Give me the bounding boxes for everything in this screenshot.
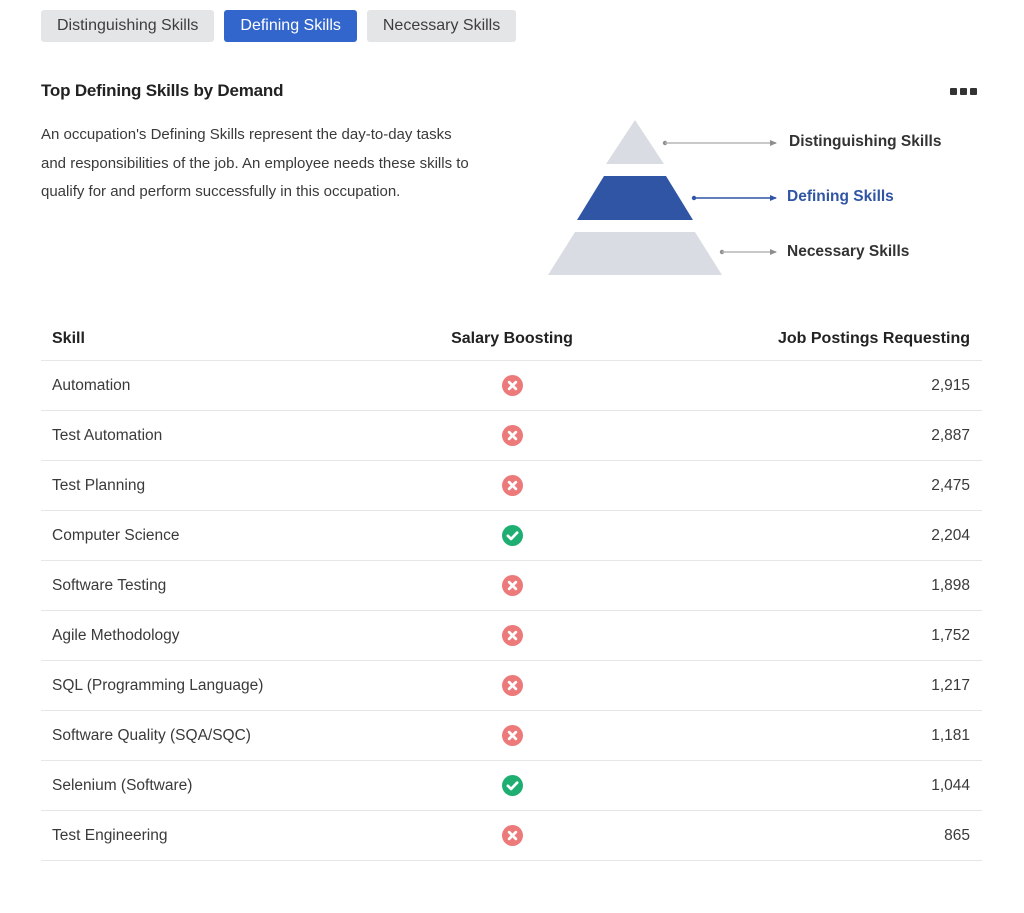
table-row: Software Quality (SQA/SQC) 1,181 bbox=[41, 711, 982, 761]
tab-defining-skills[interactable]: Defining Skills bbox=[224, 10, 357, 42]
table-row: Computer Science 2,204 bbox=[41, 511, 982, 561]
skill-name: Test Planning bbox=[52, 476, 146, 494]
section-description: An occupation's Defining Skills represen… bbox=[41, 126, 469, 200]
job-postings-count: 2,204 bbox=[931, 526, 970, 544]
pyramid-label-defining: Defining Skills bbox=[787, 188, 894, 205]
salary-boosting-cell bbox=[382, 525, 642, 546]
job-postings-count: 865 bbox=[944, 826, 970, 844]
tab-distinguishing-skills[interactable]: Distinguishing Skills bbox=[41, 10, 215, 42]
job-postings-count: 2,887 bbox=[931, 426, 970, 444]
x-circle-icon bbox=[501, 375, 523, 396]
salary-boosting-cell bbox=[382, 575, 642, 596]
header-salary-boosting[interactable]: Salary Boosting bbox=[382, 330, 642, 348]
table-body: Automation 2,915 Test Automation 2,887 Test … bbox=[41, 361, 982, 861]
section-title: Top Defining Skills by Demand bbox=[41, 81, 284, 100]
job-postings-count: 1,898 bbox=[931, 576, 970, 594]
table-row: Test Planning 2,475 bbox=[41, 461, 982, 511]
job-postings-count: 2,915 bbox=[931, 376, 970, 394]
skills-pyramid-diagram: Distinguishing Skills Defining Skills Ne… bbox=[548, 118, 988, 280]
header-skill[interactable]: Skill bbox=[41, 330, 382, 348]
pyramid-middle-tier bbox=[577, 176, 693, 220]
skill-name: Software Quality (SQA/SQC) bbox=[52, 726, 251, 744]
pyramid-top-tier bbox=[606, 120, 664, 164]
tab-necessary-skills[interactable]: Necessary Skills bbox=[366, 10, 517, 42]
skills-table: Skill Salary Boosting Job Postings Reque… bbox=[41, 318, 982, 861]
header-job-postings[interactable]: Job Postings Requesting bbox=[642, 330, 982, 348]
skill-name: Test Engineering bbox=[52, 826, 168, 844]
skill-name: Selenium (Software) bbox=[52, 776, 193, 794]
table-header: Skill Salary Boosting Job Postings Reque… bbox=[41, 318, 982, 361]
pyramid-label-necessary: Necessary Skills bbox=[787, 243, 910, 260]
connector-middle bbox=[691, 195, 777, 201]
skill-name: Agile Methodology bbox=[52, 626, 180, 644]
check-circle-icon bbox=[501, 525, 523, 546]
connector-bottom bbox=[719, 249, 777, 255]
table-row: Agile Methodology 1,752 bbox=[41, 611, 982, 661]
skill-name: SQL (Programming Language) bbox=[52, 676, 264, 694]
skill-name: Test Automation bbox=[52, 426, 163, 444]
salary-boosting-cell bbox=[382, 375, 642, 396]
x-circle-icon bbox=[501, 475, 523, 496]
x-circle-icon bbox=[501, 425, 523, 446]
table-row: Software Testing 1,898 bbox=[41, 561, 982, 611]
x-circle-icon bbox=[501, 625, 523, 646]
connector-top bbox=[662, 140, 777, 146]
skill-name: Computer Science bbox=[52, 526, 180, 544]
pyramid-label-distinguishing: Distinguishing Skills bbox=[789, 133, 942, 150]
more-options-icon[interactable] bbox=[950, 88, 978, 96]
check-circle-icon bbox=[501, 775, 523, 796]
table-row: SQL (Programming Language) 1,217 bbox=[41, 661, 982, 711]
salary-boosting-cell bbox=[382, 725, 642, 746]
job-postings-count: 1,181 bbox=[931, 726, 970, 744]
job-postings-count: 2,475 bbox=[931, 476, 970, 494]
pyramid-bottom-tier bbox=[548, 232, 722, 275]
table-row: Test Automation 2,887 bbox=[41, 411, 982, 461]
salary-boosting-cell bbox=[382, 425, 642, 446]
job-postings-count: 1,752 bbox=[931, 626, 970, 644]
salary-boosting-cell bbox=[382, 675, 642, 696]
x-circle-icon bbox=[501, 675, 523, 696]
job-postings-count: 1,217 bbox=[931, 676, 970, 694]
table-row: Automation 2,915 bbox=[41, 361, 982, 411]
skill-name: Software Testing bbox=[52, 576, 167, 594]
x-circle-icon bbox=[501, 825, 523, 846]
salary-boosting-cell bbox=[382, 625, 642, 646]
x-circle-icon bbox=[501, 575, 523, 596]
salary-boosting-cell bbox=[382, 825, 642, 846]
table-row: Selenium (Software) 1,044 bbox=[41, 761, 982, 811]
x-circle-icon bbox=[501, 725, 523, 746]
salary-boosting-cell bbox=[382, 775, 642, 796]
salary-boosting-cell bbox=[382, 475, 642, 496]
skill-name: Automation bbox=[52, 376, 131, 394]
skill-tabs: Distinguishing Skills Defining Skills Ne… bbox=[41, 10, 517, 42]
table-row: Test Engineering 865 bbox=[41, 811, 982, 861]
job-postings-count: 1,044 bbox=[931, 776, 970, 794]
